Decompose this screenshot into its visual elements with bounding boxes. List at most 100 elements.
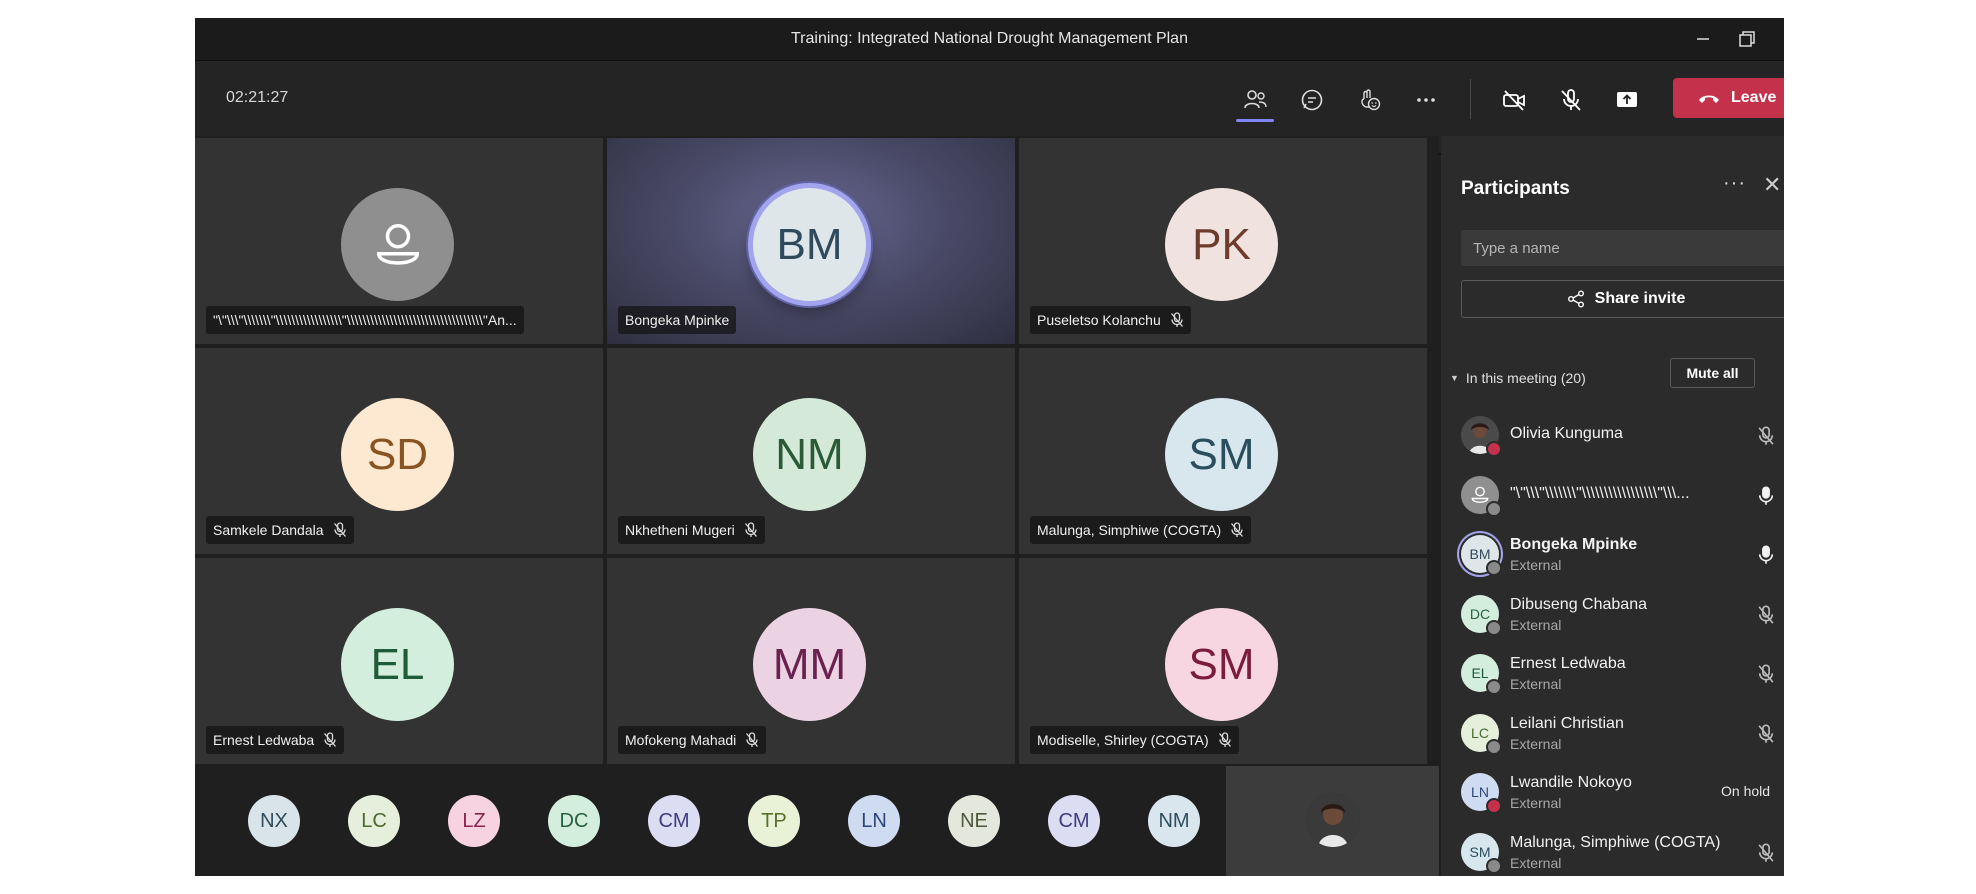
participant-role: External [1510,795,1562,811]
minimize-icon[interactable] [1692,28,1714,50]
participant-name-tag: Mofokeng Mahadi [618,726,767,754]
share-screen-icon[interactable] [1610,83,1644,117]
mic-muted-icon[interactable] [1757,426,1775,446]
video-tile[interactable]: BM Bongeka Mpinke [607,138,1015,344]
participant-row[interactable]: "\"\\\"\\\\\\\"\\\\\\\\\\\\\\\\\"\\\... [1461,468,1784,524]
participant-row[interactable]: BM Bongeka Mpinke External [1461,527,1784,583]
avatar-initials: LN [1471,784,1489,800]
participant-avatar: NM [753,398,866,511]
panel-title: Participants [1461,178,1570,199]
overflow-avatar[interactable]: NX [248,795,300,847]
title-bar: Training: Integrated National Drought Ma… [195,18,1784,61]
mute-all-button[interactable]: Mute all [1670,358,1755,388]
overflow-avatar[interactable]: LZ [448,795,500,847]
video-tile[interactable]: SD Samkele Dandala [195,348,603,554]
participant-photo [1461,416,1502,457]
participant-row[interactable]: SM Malunga, Simphiwe (COGTA) External [1461,825,1784,877]
overflow-avatar[interactable]: TP [748,795,800,847]
participant-name: Samkele Dandala [213,522,324,538]
avatar-initials: EL [1471,665,1489,681]
mic-muted-icon [1218,732,1232,748]
participant-name-tag: Puseletso Kolanchu [1030,306,1191,334]
overflow-avatar[interactable]: NE [948,795,1000,847]
participant-row[interactable]: LC Leilani Christian External [1461,706,1784,762]
mic-muted-icon [1230,522,1244,538]
participant-name: Lwandile Nokoyo [1510,774,1632,791]
participant-name: Olivia Kunguma [1510,425,1623,442]
presence-status-badge [1486,679,1502,695]
share-invite-label: Share invite [1594,290,1686,307]
participant-name-tag: Bongeka Mpinke [618,306,737,334]
mic-muted-icon[interactable] [1757,604,1775,625]
video-tile[interactable]: EL Ernest Ledwaba [195,558,603,764]
participant-row[interactable]: EL Ernest Ledwaba External [1461,646,1784,702]
mic-muted-icon [333,522,347,538]
overflow-avatar[interactable]: CM [648,795,700,847]
people-icon[interactable] [1238,83,1272,117]
participant-name: Mofokeng Mahadi [625,732,737,748]
chat-icon[interactable] [1295,83,1329,117]
collapse-caret-icon: ▼ [1450,373,1459,383]
avatar-initials: BM [1469,546,1491,562]
participant-name: "\"\\\"\\\\\\\"\\\\\\\\\\\\\\\\\"\\\... [1510,484,1690,502]
anonymous-avatar-icon [1461,475,1502,517]
overflow-avatar[interactable]: LN [848,795,900,847]
mic-on-icon[interactable] [1757,485,1775,506]
participant-name: Puseletso Kolanchu [1037,312,1161,328]
participant-name: Ernest Ledwaba [1510,655,1626,672]
in-meeting-section-header[interactable]: ▼ In this meeting (20) [1450,370,1586,386]
camera-off-icon[interactable] [1497,83,1531,117]
overflow-avatar[interactable]: DC [548,795,600,847]
overflow-avatar[interactable]: CM [1048,795,1100,847]
meeting-timer: 02:21:27 [226,89,289,106]
avatar-initials: NM [775,429,844,479]
leave-button[interactable]: Leave [1673,78,1784,118]
mic-muted-icon[interactable] [1757,842,1775,863]
participant-avatar: LC [1461,713,1502,755]
more-options-icon[interactable] [1409,83,1443,117]
on-hold-label: On hold [1721,783,1771,799]
participant-avatar: DC [1461,594,1502,636]
overflow-participants-strip: NX LC LZ DC CM TP LN NE CM NM [195,766,1225,876]
participant-search-input[interactable] [1461,230,1784,266]
participant-role: External [1510,616,1562,633]
teams-meeting-window: Training: Integrated National Drought Ma… [195,18,1784,876]
share-invite-button[interactable]: Share invite [1461,280,1784,318]
toolbar-divider [1470,79,1471,119]
presence-status-badge [1486,500,1502,517]
participant-row[interactable]: DC Dibuseng Chabana External [1461,587,1784,643]
participant-name: Bongeka Mpinke [625,312,730,328]
video-tile[interactable]: PK Puseletso Kolanchu [1019,138,1427,344]
overflow-avatar[interactable]: NM [1148,795,1200,847]
participant-role: External [1510,676,1562,692]
mic-muted-icon [1170,312,1184,328]
avatar-initials: BM [776,219,843,269]
mic-muted-icon[interactable] [1757,723,1775,744]
restore-icon[interactable] [1736,28,1758,50]
participant-name: Malunga, Simphiwe (COGTA) [1510,833,1721,851]
participant-name: "\"\\\"\\\\\\\"\\\\\\\\\\\\\\\\\"\\\\\\\… [213,312,517,328]
mic-off-icon[interactable] [1554,83,1588,117]
video-tile[interactable]: MM Mofokeng Mahadi [607,558,1015,764]
overflow-avatar[interactable]: LC [348,795,400,847]
mic-on-icon[interactable] [1757,545,1775,565]
participant-role: External [1510,557,1562,573]
reactions-icon[interactable] [1352,83,1386,117]
video-tile[interactable]: SM Modiselle, Shirley (COGTA) [1019,558,1427,764]
video-tile[interactable]: "\"\\\"\\\\\\\"\\\\\\\\\\\\\\\\\"\\\\\\\… [195,138,603,344]
panel-close-icon[interactable]: ✕ [1763,172,1781,198]
participant-row[interactable]: Olivia Kunguma [1461,408,1784,464]
mic-muted-icon[interactable] [1757,664,1775,684]
participants-panel: Participants ··· ✕ Share invite ▼ In thi… [1441,136,1784,876]
video-tile[interactable]: SM Malunga, Simphiwe (COGTA) [1019,348,1427,554]
video-tile[interactable]: NM Nkhetheni Mugeri [607,348,1015,554]
participant-avatar: MM [753,608,866,721]
self-view-photo [1306,793,1360,847]
avatar-initials: SM [1469,843,1491,860]
panel-more-icon[interactable]: ··· [1723,172,1746,195]
participant-avatar: BM [1461,535,1502,576]
active-tab-indicator [1236,119,1274,122]
participant-avatar: PK [1165,188,1278,301]
participant-name-tag: Samkele Dandala [206,516,354,544]
participant-row[interactable]: LN Lwandile Nokoyo External On hold [1461,765,1784,821]
